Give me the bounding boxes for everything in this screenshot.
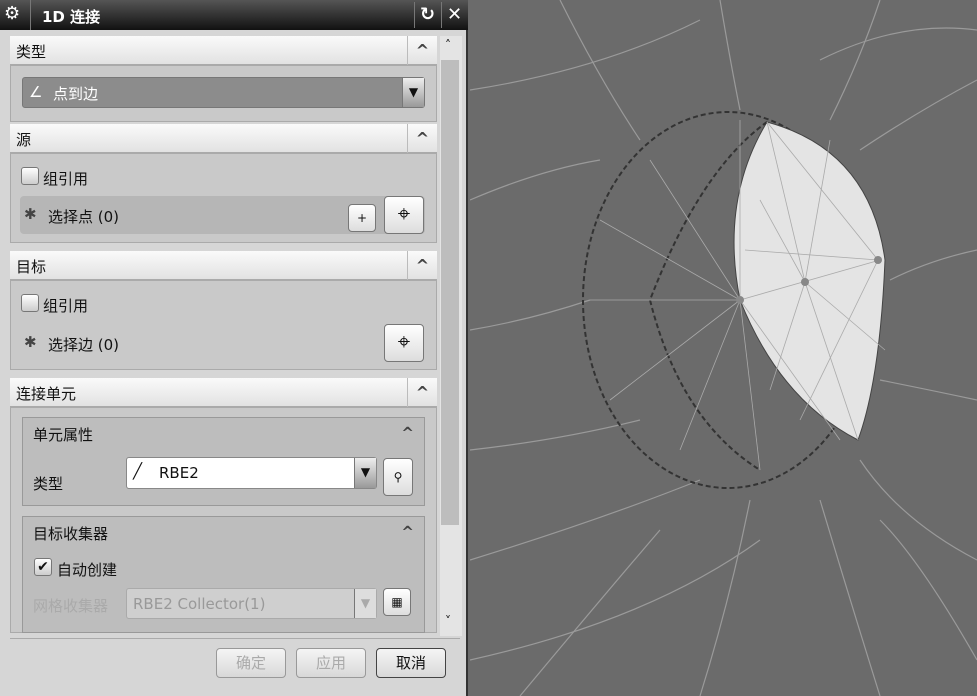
crosshair-icon: ⌖ xyxy=(397,202,411,227)
node-point xyxy=(874,256,882,264)
face-surface xyxy=(733,121,886,441)
mesh-collector-label: 网格收集器 xyxy=(33,597,109,615)
point-constructor-button[interactable]: ⌖ xyxy=(384,196,424,234)
collapse-icon[interactable]: ^ xyxy=(401,424,414,442)
source-section-header[interactable]: 源 ^ xyxy=(10,124,437,153)
connect-element-section-header[interactable]: 连接单元 ^ xyxy=(10,378,437,407)
chevron-down-icon[interactable]: ▼ xyxy=(402,78,424,107)
element-type-value: RBE2 xyxy=(159,464,199,482)
element-properties-button[interactable]: ⚲ xyxy=(383,458,413,496)
add-point-button[interactable]: + xyxy=(348,204,376,232)
auto-create-checkbox[interactable]: ✔ xyxy=(34,558,52,576)
mesh-lines xyxy=(470,0,977,696)
type-label: 类型 xyxy=(33,475,64,493)
reset-icon[interactable]: ↻ xyxy=(414,2,440,28)
section-title: 类型 xyxy=(16,43,47,61)
title-bar: ⚙ 1D 连接 ↻ ✕ xyxy=(0,0,468,30)
collapse-icon[interactable]: ^ xyxy=(407,378,437,407)
crosshair-icon: ⌖ xyxy=(397,330,411,355)
source-group-ref-checkbox[interactable] xyxy=(21,167,39,185)
required-icon: ✱ xyxy=(24,205,37,223)
apply-button[interactable]: 应用 xyxy=(296,648,366,678)
plus-icon: + xyxy=(356,211,368,225)
button-label: 应用 xyxy=(315,654,346,672)
collapse-icon[interactable]: ^ xyxy=(407,124,437,153)
mesh-collector-dropdown[interactable]: RBE2 Collector(1) ▼ xyxy=(126,588,377,619)
chevron-down-icon[interactable]: ▼ xyxy=(354,458,376,488)
chevron-down-icon: ▼ xyxy=(354,589,376,618)
section-title: 连接单元 xyxy=(16,385,77,403)
gear-icon[interactable]: ⚙ xyxy=(4,3,20,24)
type-section-header[interactable]: 类型 ^ xyxy=(10,36,437,65)
button-label: 确定 xyxy=(235,654,266,672)
scroll-down-icon[interactable]: ˅ xyxy=(445,614,451,628)
target-section-header[interactable]: 目标 ^ xyxy=(10,251,437,280)
checkbox-label: 组引用 xyxy=(43,170,89,188)
cancel-button[interactable]: 取消 xyxy=(376,648,446,678)
collapse-icon[interactable]: ^ xyxy=(407,36,437,65)
subsection-title: 单元属性 xyxy=(33,426,94,444)
collapse-icon[interactable]: ^ xyxy=(407,251,437,280)
checkbox-label: 自动创建 xyxy=(57,561,118,579)
element-type-dropdown[interactable]: ╱ RBE2 ▼ xyxy=(126,457,377,489)
graphics-viewport[interactable] xyxy=(470,0,977,696)
point-to-edge-icon: ∠ xyxy=(29,83,43,101)
section-title: 源 xyxy=(16,131,32,149)
select-point-label: 选择点 (0) xyxy=(48,208,120,226)
target-group-ref-checkbox[interactable] xyxy=(21,294,39,312)
collapse-icon[interactable]: ^ xyxy=(401,523,414,541)
collector-icon: ▦ xyxy=(391,595,403,609)
create-collector-button[interactable]: ▦ xyxy=(383,588,411,616)
node-point xyxy=(736,296,744,304)
type-section-body: ∠ 点到边 ▼ xyxy=(10,65,437,122)
1d-connection-dialog: ⚙ 1D 连接 ↻ ✕ ˄ ˅ 类型 ^ ∠ 点到边 ▼ 源 ^ 组引用 ✱ 选… xyxy=(0,0,468,696)
section-title: 目标 xyxy=(16,258,47,276)
subsection-title: 目标收集器 xyxy=(33,525,109,543)
scroll-up-icon[interactable]: ˄ xyxy=(445,38,451,52)
close-icon[interactable]: ✕ xyxy=(441,2,467,28)
checkbox-label: 组引用 xyxy=(43,297,89,315)
scrollbar[interactable]: ˄ ˅ xyxy=(440,36,462,636)
required-icon: ✱ xyxy=(24,333,37,351)
scroll-thumb[interactable] xyxy=(441,60,459,525)
select-edge-label[interactable]: 选择边 (0) xyxy=(48,334,119,355)
type-selected-value: 点到边 xyxy=(53,85,99,103)
target-section-body xyxy=(10,280,437,370)
type-dropdown[interactable]: ∠ 点到边 ▼ xyxy=(22,77,425,108)
edge-select-button[interactable]: ⌖ xyxy=(384,324,424,362)
node-point xyxy=(801,278,809,286)
dialog-title: 1D 连接 xyxy=(42,8,101,26)
button-label: 取消 xyxy=(395,654,426,672)
mesh-collector-value: RBE2 Collector(1) xyxy=(133,595,266,613)
ok-button[interactable]: 确定 xyxy=(216,648,286,678)
line-element-icon: ╱ xyxy=(133,462,143,480)
properties-icon: ⚲ xyxy=(393,470,403,484)
